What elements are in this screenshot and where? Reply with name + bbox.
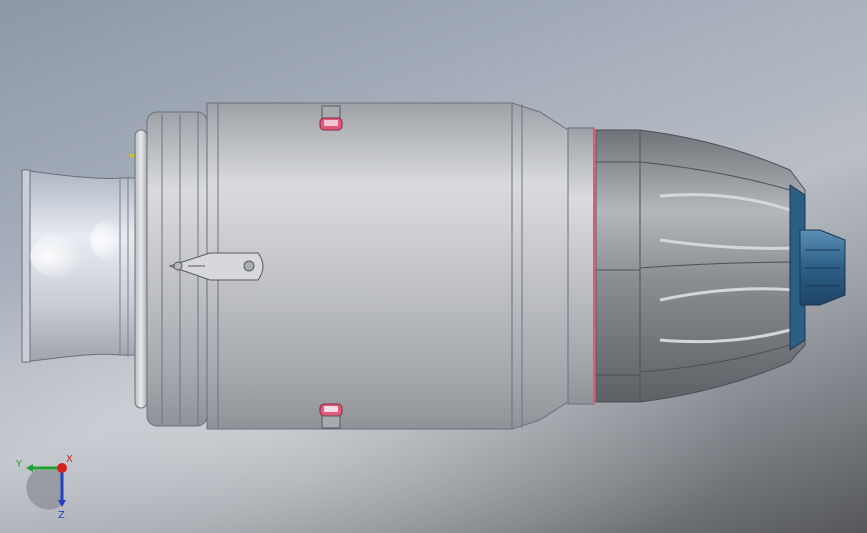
intake-bellmouth[interactable]: [21, 169, 136, 363]
bottom-fitting[interactable]: [319, 403, 343, 429]
y-axis-arrowhead: [26, 464, 33, 472]
turbine-exhaust-cone[interactable]: [789, 184, 846, 351]
y-axis-label: Y: [15, 459, 23, 470]
x-axis-label: X: [66, 454, 73, 465]
rear-taper[interactable]: [511, 102, 595, 430]
exhaust-nozzle[interactable]: [595, 129, 806, 403]
cad-model-view[interactable]: Y X Z: [0, 0, 867, 533]
top-fitting[interactable]: [319, 105, 343, 131]
orientation-triad[interactable]: Y X Z: [15, 454, 73, 521]
z-axis-label: Z: [58, 510, 65, 521]
